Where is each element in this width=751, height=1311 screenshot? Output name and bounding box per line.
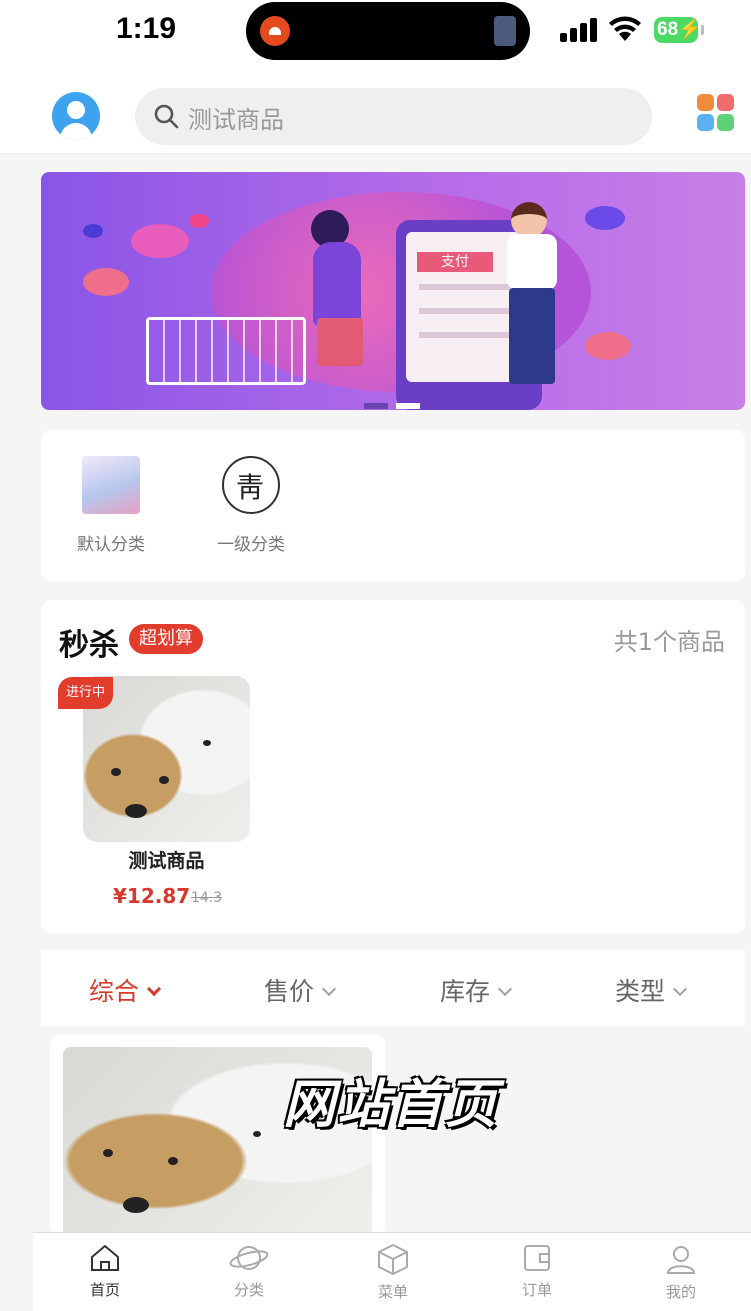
status-bar: 1:19 68⚡ [0, 0, 751, 62]
tab-home[interactable]: 首页 [60, 1243, 150, 1300]
media-artwork-icon [494, 16, 516, 46]
wifi-icon [609, 16, 641, 41]
tab-profile[interactable]: 我的 [636, 1243, 726, 1302]
tab-label: 菜单 [377, 1283, 408, 1301]
category-level-one-image [222, 456, 280, 514]
sort-bar: 综合 售价 库存 类型 [41, 950, 745, 1026]
tab-menu[interactable]: 菜单 [348, 1243, 438, 1302]
chevron-down-icon [321, 981, 337, 997]
banner-pagination [364, 394, 428, 409]
flash-sale-product-name[interactable]: 测试商品 [83, 846, 250, 873]
tab-label: 首页 [89, 1281, 120, 1299]
shopping-cart-illustration [146, 317, 306, 385]
sort-price[interactable]: 售价 [264, 972, 337, 1008]
flash-sale-title: 秒杀 [59, 628, 119, 663]
tab-category[interactable]: 分类 [204, 1243, 294, 1300]
sort-label: 库存 [440, 977, 491, 1006]
sort-label: 售价 [264, 977, 315, 1006]
chevron-down-icon [146, 981, 162, 997]
sort-type[interactable]: 类型 [615, 972, 688, 1008]
category-card: 默认分类 一级分类 [41, 430, 745, 581]
category-label: 默认分类 [77, 535, 145, 555]
signal-icon [560, 18, 598, 42]
sort-comprehensive[interactable]: 综合 [89, 972, 162, 1008]
header: 测试商品 [0, 62, 751, 154]
search-placeholder: 测试商品 [188, 106, 284, 134]
dynamic-island [246, 2, 530, 60]
status-time: 1:19 [116, 12, 177, 45]
flash-sale-tag: 超划算 [129, 624, 203, 654]
flash-sale-count[interactable]: 共1个商品 [614, 622, 725, 657]
battery-indicator: 68⚡ [654, 17, 704, 43]
home-icon [91, 1244, 119, 1271]
banner-dot[interactable] [364, 403, 388, 409]
page-caption-overlay: 网站首页 [283, 1075, 500, 1135]
cube-icon [378, 1243, 408, 1275]
user-icon [666, 1246, 696, 1274]
app-activity-icon [260, 16, 290, 46]
category-default[interactable]: 默认分类 [56, 456, 166, 555]
battery-level: 68 [657, 19, 679, 40]
wallet-icon [524, 1245, 550, 1271]
category-default-image [82, 456, 140, 514]
planet-icon [229, 1246, 269, 1270]
flash-sale-section: 秒杀 超划算 共1个商品 进行中 测试商品 ¥12.87 14.3 [41, 600, 745, 933]
tab-orders[interactable]: 订单 [492, 1243, 582, 1300]
bottom-tab-bar: 首页 分类 菜单 订单 我的 [33, 1232, 751, 1311]
status-badge: 进行中 [58, 677, 114, 709]
search-icon [154, 104, 179, 129]
promo-banner[interactable]: 支付 [41, 172, 745, 410]
category-label: 一级分类 [217, 535, 285, 555]
user-avatar-icon[interactable] [52, 92, 100, 140]
sort-label: 类型 [615, 977, 666, 1006]
flash-sale-original-price: 14.3 [191, 890, 223, 906]
apps-grid-icon[interactable] [697, 94, 735, 132]
sort-stock[interactable]: 库存 [440, 972, 513, 1008]
sort-label: 综合 [89, 977, 140, 1006]
banner-pay-label: 支付 [417, 252, 493, 272]
chevron-down-icon [672, 981, 688, 997]
tab-label: 分类 [233, 1281, 264, 1299]
tab-label: 订单 [521, 1281, 552, 1299]
flash-sale-price: ¥12.87 [113, 884, 191, 908]
tab-label: 我的 [665, 1283, 696, 1301]
category-level-one[interactable]: 一级分类 [196, 456, 306, 555]
chevron-down-icon [497, 981, 513, 997]
banner-dot-active[interactable] [396, 403, 420, 409]
search-bar[interactable]: 测试商品 [135, 88, 652, 145]
